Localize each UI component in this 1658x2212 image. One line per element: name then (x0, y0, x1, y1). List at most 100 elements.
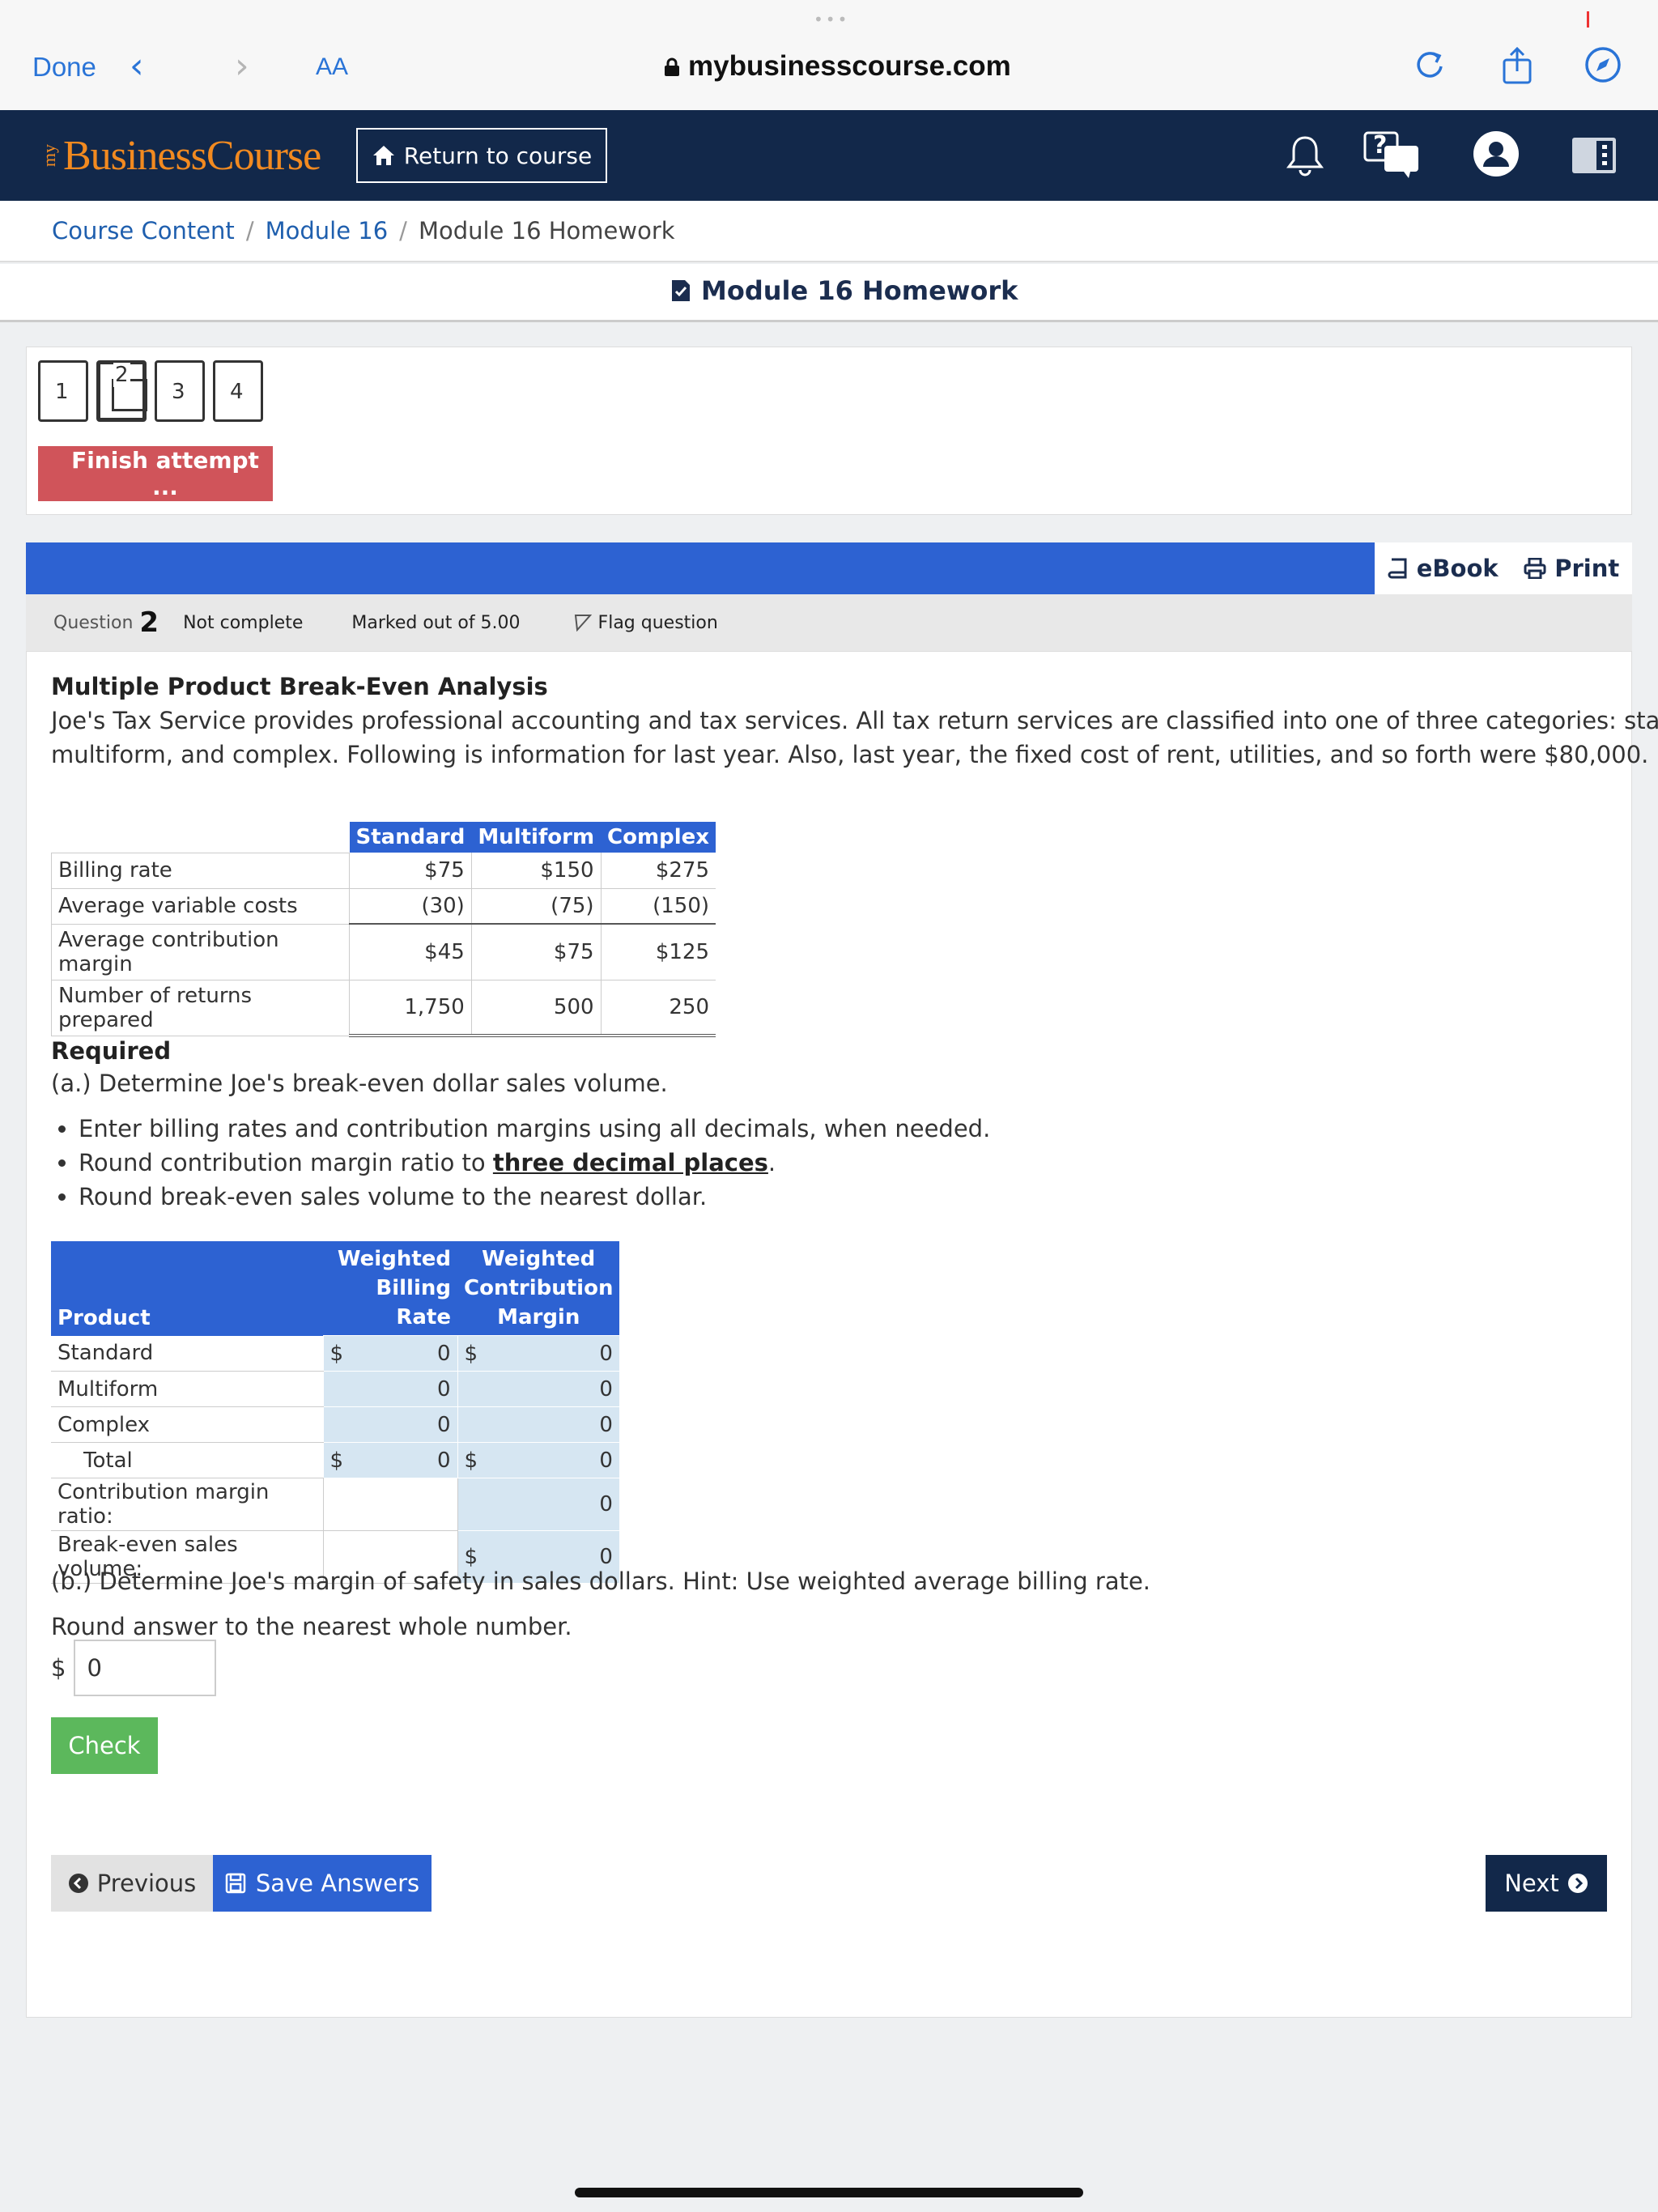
check-button[interactable]: Check (51, 1717, 158, 1774)
currency-sign: $ (51, 1654, 66, 1682)
col-multiform: Multiform (471, 822, 602, 853)
question-3-button[interactable]: 3 (155, 360, 205, 422)
instruction-item: Enter billing rates and contribution mar… (79, 1112, 990, 1146)
reload-icon[interactable] (1410, 45, 1449, 84)
home-indicator[interactable] (575, 2188, 1083, 2197)
total-margin-input[interactable]: $0 (457, 1442, 620, 1478)
cell: 1,750 (349, 980, 472, 1037)
total-rate-input[interactable]: $0 (322, 1442, 458, 1478)
help-mark: ? (1373, 131, 1388, 160)
share-icon[interactable] (1498, 45, 1537, 84)
forward-button[interactable]: › (235, 45, 249, 87)
user-avatar-icon[interactable] (1472, 130, 1520, 178)
page-title-text: Module 16 Homework (701, 275, 1018, 306)
business-course-logo[interactable]: my BusinessCourse (39, 130, 321, 181)
multiform-margin-input[interactable]: 0 (457, 1371, 620, 1407)
question-2-button[interactable]: 2 (96, 360, 147, 422)
flag-label: Flag question (597, 612, 718, 633)
lock-icon (665, 57, 679, 76)
header-line: Weighted (482, 1247, 596, 1271)
col-complex: Complex (601, 822, 716, 853)
text-size-button[interactable]: AA (316, 53, 348, 81)
breadcrumb-current: Module 16 Homework (418, 217, 675, 245)
chevron-left-circle-icon (68, 1874, 88, 1893)
answer-header-row: Product Weighted Billing Rate Weighted C… (51, 1241, 620, 1336)
print-label: Print (1554, 555, 1620, 582)
question-toolbar: eBook Print (26, 542, 1632, 594)
logo-prefix: my (39, 143, 59, 168)
col-product: Product (51, 1241, 323, 1336)
total-label: Total (51, 1442, 323, 1478)
header-line: Contribution (464, 1276, 614, 1300)
question-label: Question (53, 612, 134, 633)
table-row: Number of returns prepared 1,750 500 250 (51, 979, 716, 1037)
col-standard: Standard (349, 822, 472, 853)
breadcrumb-module-16[interactable]: Module 16 (266, 217, 389, 245)
col-weighted-billing-rate: Weighted Billing Rate (323, 1241, 457, 1336)
breadcrumb-course-content[interactable]: Course Content (52, 217, 235, 245)
currency-sign: $ (464, 1341, 478, 1366)
standard-rate-input[interactable]: $0 (322, 1335, 458, 1372)
cm-ratio-input[interactable]: 0 (457, 1478, 620, 1531)
question-4-button[interactable]: 4 (213, 360, 263, 422)
header-line: Billing Rate (376, 1276, 451, 1329)
row-label: Billing rate (51, 852, 350, 889)
input-value: 0 (436, 1341, 451, 1366)
margin-of-safety-input[interactable]: 0 (74, 1640, 217, 1696)
cell: $75 (470, 923, 602, 981)
instruction-item: Round break-even sales volume to the nea… (79, 1180, 990, 1214)
done-button[interactable]: Done (32, 52, 96, 83)
cell: $125 (600, 923, 716, 981)
product-label: Multiform (51, 1371, 323, 1407)
address-bar[interactable]: mybusinesscourse.com (664, 50, 1011, 83)
row-label: Average variable costs (51, 887, 350, 925)
logo-text: BusinessCourse (63, 132, 321, 179)
chat-help-icon[interactable]: ? (1363, 131, 1422, 180)
ebook-button[interactable]: eBook (1388, 555, 1499, 582)
part-b-text: (b.) Determine Joe's margin of safety in… (51, 1568, 1151, 1595)
cell: 500 (470, 980, 602, 1037)
tab-dots: ••• (814, 10, 850, 29)
input-value: 0 (599, 1341, 613, 1366)
required-section: Required (a.) Determine Joe's break-even… (51, 1037, 668, 1100)
table-row: Contribution margin ratio: 0 (51, 1478, 620, 1531)
multiform-rate-input[interactable]: 0 (322, 1371, 458, 1407)
question-2-label: 2 (113, 363, 130, 387)
instruction-text: . (767, 1149, 776, 1176)
answer-table: Product Weighted Billing Rate Weighted C… (51, 1241, 620, 1584)
question-number: 2 (139, 606, 159, 639)
given-data-table: Standard Multiform Complex Billing rate … (51, 822, 716, 1037)
question-content: Multiple Product Break-Even Analysis Joe… (26, 651, 1658, 2018)
col-weighted-contribution-margin: Weighted Contribution Margin (457, 1241, 620, 1336)
instruction-text: Round contribution margin ratio to (79, 1149, 493, 1176)
print-button[interactable]: Print (1524, 555, 1619, 582)
previous-label: Previous (96, 1870, 197, 1897)
ebook-label: eBook (1416, 555, 1499, 582)
next-button[interactable]: Next (1486, 1855, 1607, 1912)
cell: $275 (600, 853, 716, 889)
complex-margin-input[interactable]: 0 (457, 1406, 620, 1443)
question-info-bar: Question 2 Not complete Marked out of 5.… (26, 594, 1632, 651)
return-to-course-button[interactable]: Return to course (356, 128, 607, 183)
table-row: Billing rate $75 $150 $275 (51, 852, 716, 889)
question-status: Not complete (183, 612, 304, 633)
back-button[interactable]: ‹ (130, 45, 144, 87)
cell: $45 (349, 923, 472, 981)
standard-margin-input[interactable]: $0 (457, 1335, 620, 1372)
save-answers-button[interactable]: Save Answers (213, 1855, 432, 1912)
blank-header (51, 822, 350, 853)
bell-icon[interactable] (1282, 133, 1328, 178)
question-1-button[interactable]: 1 (38, 360, 88, 422)
next-label: Next (1504, 1870, 1559, 1897)
cell: 250 (600, 980, 716, 1037)
title-bar: Module 16 Homework (0, 264, 1658, 322)
finish-attempt-button[interactable]: Finish attempt ... (38, 446, 273, 501)
previous-button[interactable]: Previous (51, 1855, 213, 1912)
margin-of-safety-field: $ 0 (51, 1640, 217, 1696)
complex-rate-input[interactable]: 0 (322, 1406, 458, 1443)
url-text: mybusinesscourse.com (688, 50, 1011, 82)
compass-icon[interactable] (1584, 45, 1622, 84)
flag-question-button[interactable]: Flag question (574, 613, 718, 633)
currency-sign: $ (464, 1448, 478, 1473)
sidebar-toggle-icon[interactable] (1572, 138, 1616, 173)
